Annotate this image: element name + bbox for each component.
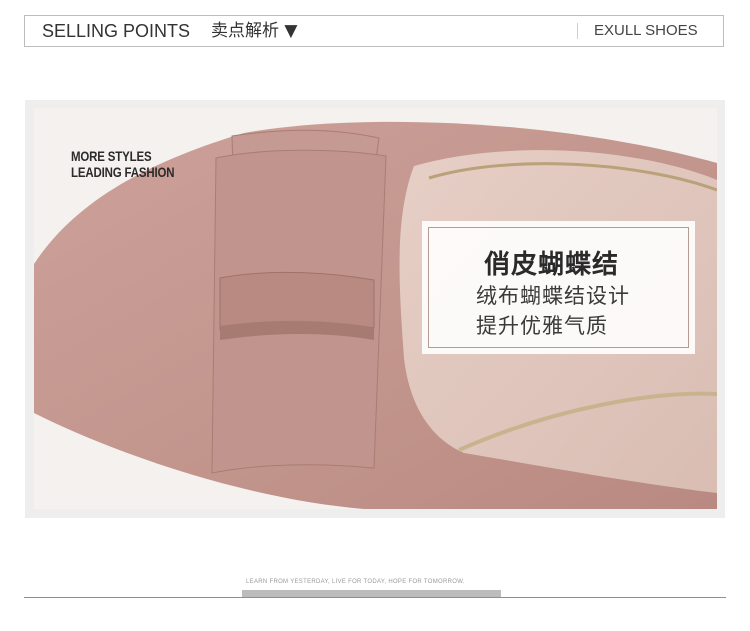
product-photo: MORE STYLES LEADING FASHION 俏皮蝴蝶结 绒布蝴蝶结设… (34, 108, 717, 509)
brand-name: EXULL SHOES (594, 22, 698, 39)
feature-card-border: 俏皮蝴蝶结 绒布蝴蝶结设计 提升优雅气质 (428, 227, 689, 348)
feature-description-2: 提升优雅气质 (476, 314, 608, 338)
header-divider (577, 23, 578, 39)
feature-description-1: 绒布蝴蝶结设计 (476, 284, 630, 308)
section-header: SELLING POINTS 卖点解析 ▼ EXULL SHOES (24, 15, 724, 47)
section-title-en: SELLING POINTS (42, 21, 191, 41)
feature-title: 俏皮蝴蝶结 (484, 250, 620, 280)
tagline-line-1: MORE STYLES (71, 148, 152, 164)
footer-slogan: LEARN FROM YESTERDAY, LIVE FOR TODAY, HO… (246, 579, 465, 585)
feature-card: 俏皮蝴蝶结 绒布蝴蝶结设计 提升优雅气质 (422, 221, 695, 354)
section-title-cn: 卖点解析 ▼ (211, 21, 298, 41)
footer-divider (24, 597, 726, 598)
tagline-line-2: LEADING FASHION (71, 164, 175, 180)
footer-bar (242, 590, 501, 597)
product-photo-frame: MORE STYLES LEADING FASHION 俏皮蝴蝶结 绒布蝴蝶结设… (25, 100, 725, 518)
photo-tagline: MORE STYLES LEADING FASHION (71, 148, 175, 180)
